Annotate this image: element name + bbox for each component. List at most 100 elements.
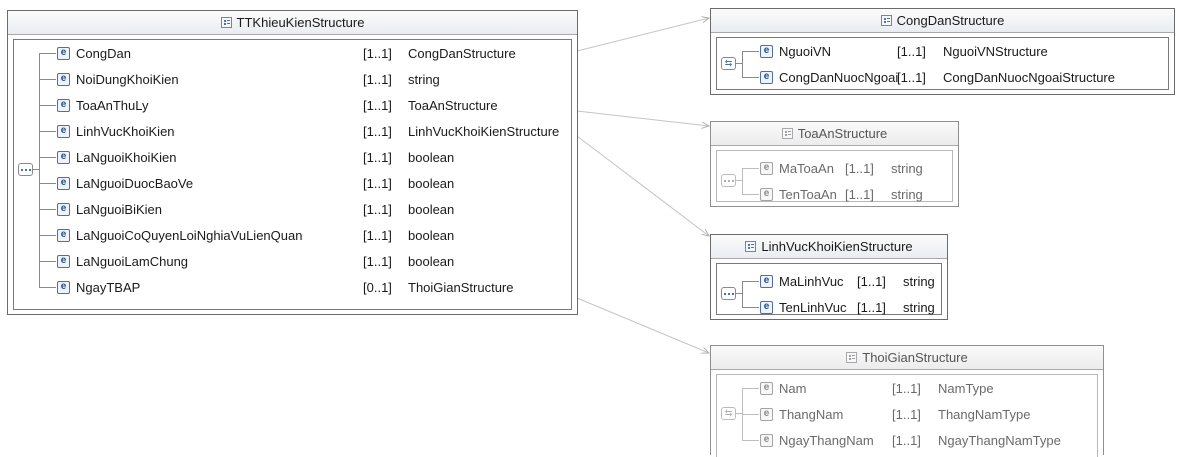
element-cardinality: [1..1] — [363, 97, 392, 113]
element-name: NguoiVN — [779, 43, 832, 59]
element-name: LaNguoiLamChung — [76, 253, 189, 269]
congdan-element-row[interactable]: e CongDanNuocNgoai [1..1] CongDanNuocNgoaiS… — [760, 64, 1168, 90]
element-type: NguoiVNStructure — [943, 43, 1048, 59]
element-icon: e — [760, 381, 773, 395]
tree-branch-line — [742, 51, 759, 52]
element-cardinality: [1..1] — [363, 227, 392, 243]
element-cardinality: [1..1] — [897, 43, 926, 59]
main-element-row[interactable]: e LinhVucKhoiKien [1..1] LinhVucKhoiKienStr… — [57, 118, 571, 144]
element-icon: e — [57, 280, 70, 294]
element-name: NoiDungKhoiKien — [76, 71, 179, 87]
tree-branch-line — [742, 414, 759, 415]
sequence-compositor-icon[interactable] — [18, 163, 33, 176]
complex-type-icon — [745, 241, 757, 252]
linhvuc-header[interactable]: LinhVucKhoiKienStructure — [711, 235, 947, 259]
main-element-row[interactable]: e LaNguoiLamChung [1..1] boolean — [57, 248, 571, 274]
element-type: string — [903, 273, 935, 289]
element-cardinality: [1..1] — [845, 160, 874, 176]
choice-compositor-icon[interactable]: ⇆ — [721, 57, 736, 70]
ttkhieukien-structure-box[interactable]: TTKhieuKienStructure e CongDan [1..1] CongD… — [7, 10, 578, 315]
main-element-row[interactable]: e NoiDungKhoiKien [1..1] string — [57, 66, 571, 92]
element-type: CongDanNuocNgoaiStructure — [943, 69, 1115, 85]
element-type: string — [408, 71, 440, 87]
sequence-compositor-icon[interactable] — [721, 287, 736, 300]
thoigian-element-row[interactable]: e Nam [1..1] NamType — [760, 375, 1097, 401]
element-name: LaNguoiBiKien — [76, 201, 163, 217]
congdan-header[interactable]: CongDanStructure — [711, 9, 1174, 33]
element-cardinality: [1..1] — [363, 201, 392, 217]
element-name: NgayTBAP — [76, 279, 141, 295]
thoigian-structure-box[interactable]: ThoiGianStructure ⇆ e Nam [1..1] NamType e Tha… — [710, 345, 1104, 457]
thoigian-element-row[interactable]: e NgayThangNam [1..1] NgayThangNamType — [760, 427, 1097, 453]
main-element-row[interactable]: e LaNguoiCoQuyenLoiNghiaVuLienQuan [1..1] b… — [57, 222, 571, 248]
sequence-compositor-icon[interactable] — [721, 174, 736, 187]
main-element-row[interactable]: e LaNguoiKhoiKien [1..1] boolean — [57, 144, 571, 170]
element-cardinality: [1..1] — [363, 253, 392, 269]
tree-branch-line — [39, 105, 56, 106]
tree-branch-line — [742, 194, 759, 195]
toaan-element-row[interactable]: e MaToaAn [1..1] string — [760, 155, 952, 181]
element-name: LaNguoiDuocBaoVe — [76, 175, 194, 191]
element-name: Nam — [779, 380, 807, 396]
tree-branch-line — [742, 388, 759, 389]
element-type: boolean — [408, 149, 455, 165]
element-icon: e — [760, 433, 773, 447]
toaan-element-row[interactable]: e TenToaAn [1..1] string — [760, 181, 952, 207]
tree-branch-line — [742, 281, 759, 282]
element-icon: e — [57, 46, 70, 60]
element-cardinality: [1..1] — [892, 432, 921, 448]
element-name: MaLinhVuc — [779, 273, 844, 289]
complex-type-icon — [846, 352, 858, 363]
ttkhieukien-title: TTKhieuKienStructure — [236, 15, 365, 30]
element-icon: e — [57, 98, 70, 112]
toaan-header[interactable]: ToaAnStructure — [711, 122, 958, 146]
congdan-element-row[interactable]: e NguoiVN [1..1] NguoiVNStructure — [760, 38, 1168, 64]
tree-vertical-line — [742, 51, 743, 77]
main-element-row[interactable]: e CongDan [1..1] CongDanStructure — [57, 40, 571, 66]
element-type: boolean — [408, 253, 455, 269]
element-cardinality: [1..1] — [892, 380, 921, 396]
ttkhieukien-header[interactable]: TTKhieuKienStructure — [8, 11, 577, 35]
main-element-row[interactable]: e LaNguoiDuocBaoVe [1..1] boolean — [57, 170, 571, 196]
main-element-row[interactable]: e NgayTBAP [0..1] ThoiGianStructure — [57, 274, 571, 300]
tree-branch-line — [39, 53, 56, 54]
element-cardinality: [1..1] — [857, 273, 886, 289]
element-type: string — [903, 299, 935, 315]
tree-vertical-line — [742, 281, 743, 307]
element-icon: e — [57, 150, 70, 164]
element-cardinality: [1..1] — [892, 406, 921, 422]
element-icon: e — [57, 228, 70, 242]
congdan-content: ⇆ e NguoiVN [1..1] NguoiVNStructure e CongDanN… — [716, 37, 1169, 90]
connector-linhvuc — [576, 135, 709, 236]
tree-branch-line — [39, 209, 56, 210]
thoigian-header[interactable]: ThoiGianStructure — [711, 346, 1103, 370]
congdan-structure-box[interactable]: CongDanStructure ⇆ e NguoiVN [1..1] NguoiVNS… — [710, 8, 1175, 95]
element-name: CongDan — [76, 45, 131, 61]
thoigian-element-row[interactable]: e ThangNam [1..1] ThangNamType — [760, 401, 1097, 427]
tree-branch-line — [39, 261, 56, 262]
element-icon: e — [760, 274, 773, 288]
element-icon: e — [57, 202, 70, 216]
element-type: ThangNamType — [938, 406, 1031, 422]
main-element-row[interactable]: e LaNguoiBiKien [1..1] boolean — [57, 196, 571, 222]
tree-branch-line — [39, 79, 56, 80]
tree-branch-line — [742, 77, 759, 78]
toaan-structure-box[interactable]: ToaAnStructure e MaToaAn [1..1] string e TenT… — [710, 121, 959, 207]
element-name: NgayThangNam — [779, 432, 874, 448]
element-icon: e — [760, 407, 773, 421]
element-icon: e — [760, 70, 773, 84]
linhvuc-element-row[interactable]: e TenLinhVuc [1..1] string — [760, 294, 941, 320]
element-icon: e — [57, 254, 70, 268]
element-name: ToaAnThuLy — [76, 97, 149, 113]
connector-toaan — [576, 110, 709, 126]
linhvuc-structure-box[interactable]: LinhVucKhoiKienStructure e MaLinhVuc [1..1… — [710, 234, 948, 320]
main-element-row[interactable]: e ToaAnThuLy [1..1] ToaAnStructure — [57, 92, 571, 118]
tree-branch-line — [742, 168, 759, 169]
toaan-title: ToaAnStructure — [797, 126, 888, 141]
element-cardinality: [0..1] — [363, 279, 392, 295]
element-icon: e — [760, 187, 773, 201]
tree-vertical-line — [742, 168, 743, 194]
linhvuc-element-row[interactable]: e MaLinhVuc [1..1] string — [760, 268, 941, 294]
tree-branch-line — [39, 287, 56, 288]
choice-compositor-icon[interactable]: ⇆ — [721, 407, 736, 420]
